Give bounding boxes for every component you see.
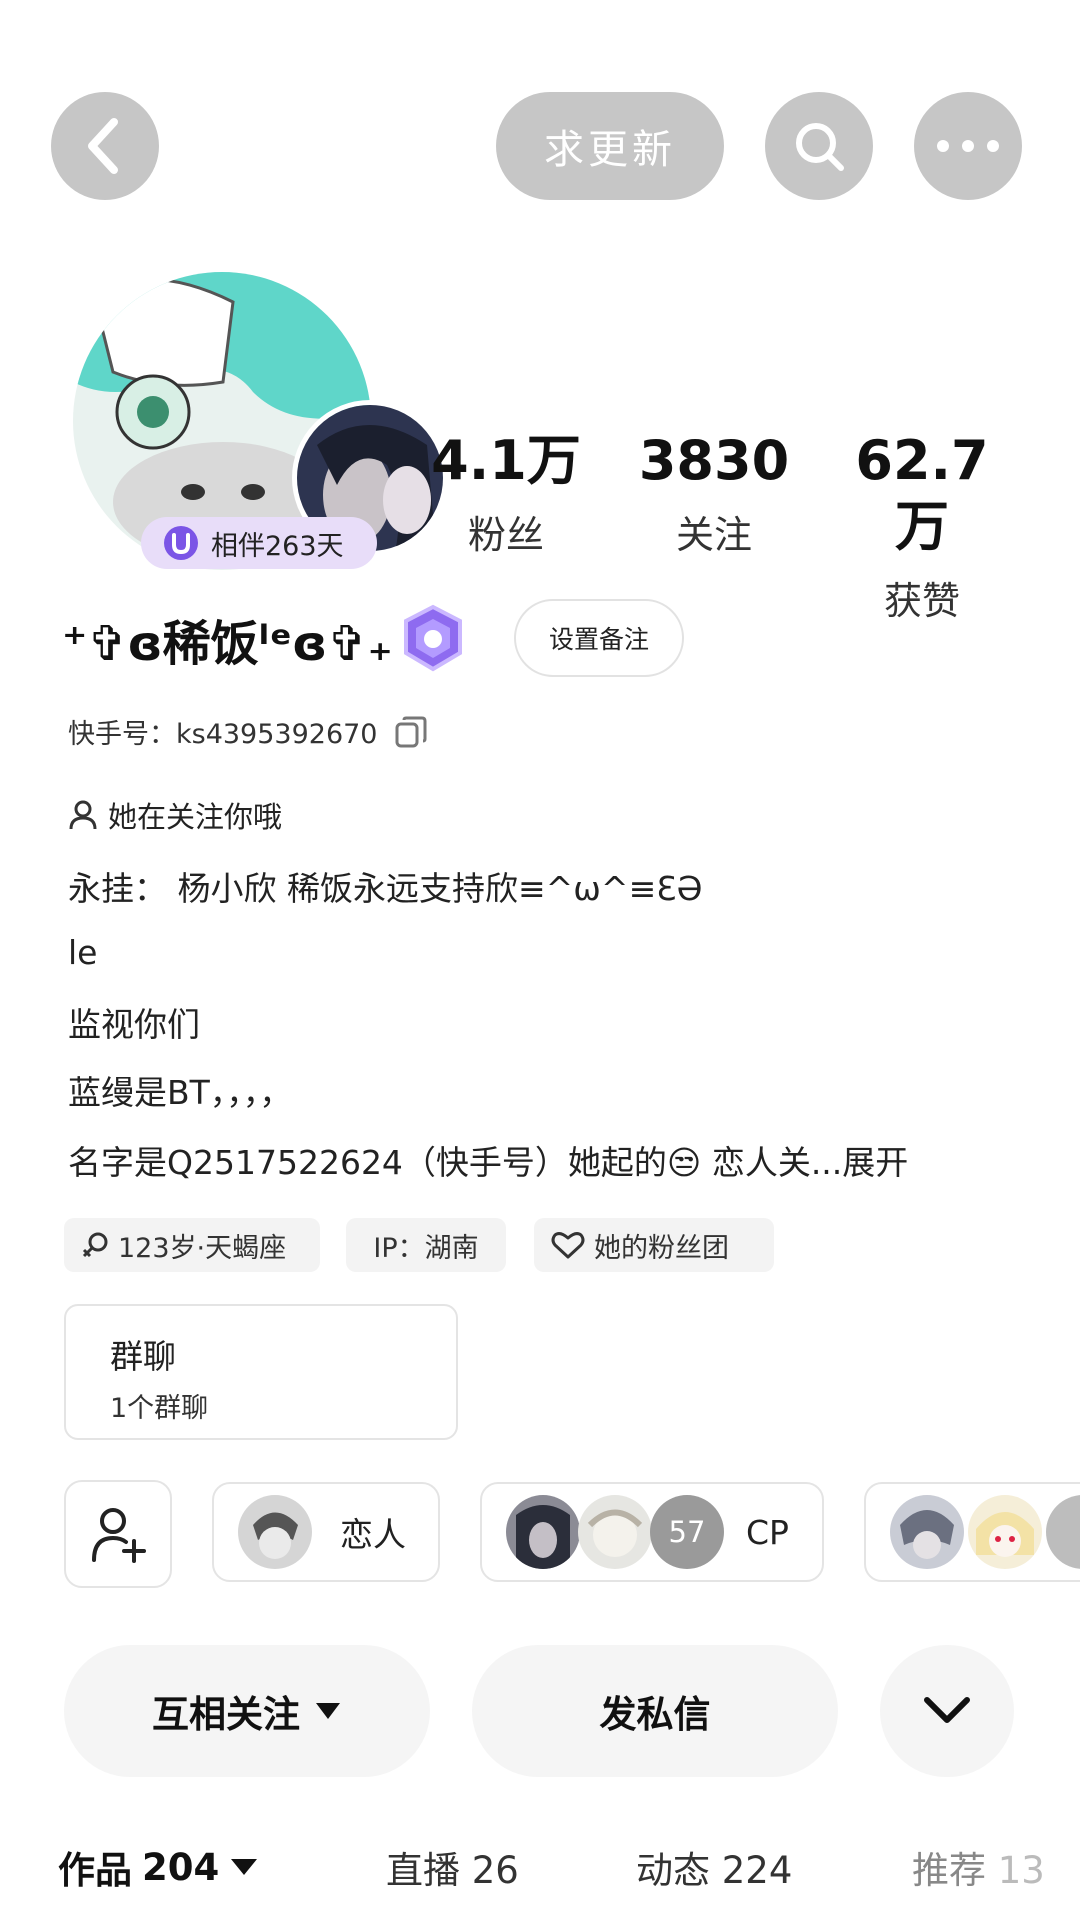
- search-button[interactable]: [765, 92, 873, 200]
- tab-moments-label: 动态: [636, 1849, 710, 1892]
- likes-count: 62.7万: [855, 429, 989, 558]
- likes-stat[interactable]: 62.7万 获赞: [832, 428, 1012, 625]
- set-note-button[interactable]: 设置备注: [514, 599, 684, 677]
- bio-line-5-expand[interactable]: 名字是Q2517522624（快手号）她起的😒 恋人关...展开: [68, 1136, 908, 1184]
- bio-line-3: 监视你们: [68, 1005, 200, 1044]
- heart-outline-icon: [551, 1232, 585, 1259]
- tab-works-label: 作品: [58, 1849, 132, 1892]
- relation-card-more[interactable]: [864, 1482, 1080, 1582]
- caret-down-icon: [316, 1703, 340, 1719]
- follows-you-text: 她在关注你哦: [108, 800, 283, 834]
- gender-female-icon: [82, 1232, 108, 1258]
- following-stat[interactable]: 3830 关注: [624, 428, 804, 559]
- bio-line-1: 永挂： 杨小欣 稀饭永远支持欣≡^ω^≡ƐƏ: [68, 869, 703, 908]
- followers-stat[interactable]: 4.1万 粉丝: [416, 428, 596, 559]
- relation-avatar-1: [890, 1495, 964, 1569]
- relation-avatar-2: [968, 1495, 1042, 1569]
- age-zodiac-text: 123岁·天蝎座: [118, 1232, 287, 1264]
- request-update-button[interactable]: 求更新: [496, 92, 724, 200]
- companion-icon: [164, 526, 198, 560]
- tab-live[interactable]: 直播 26: [386, 1840, 519, 1894]
- add-relation-button[interactable]: [64, 1480, 172, 1588]
- search-icon: [796, 123, 844, 171]
- group-chat-card[interactable]: 群聊 1个群聊: [64, 1304, 458, 1440]
- caret-down-icon: [231, 1859, 258, 1875]
- kuaishou-id-label: 快手号：: [68, 719, 176, 750]
- tab-live-label: 直播: [386, 1849, 460, 1892]
- mutual-follow-label: 互相关注: [152, 1693, 300, 1736]
- send-message-label: 发私信: [599, 1693, 711, 1736]
- kuaishou-id-text: 快手号：ks4395392670: [68, 712, 378, 751]
- tab-recommend[interactable]: 推荐 13: [912, 1840, 1045, 1894]
- tab-recommend-label: 推荐: [912, 1849, 986, 1892]
- set-note-label: 设置备注: [548, 625, 649, 654]
- likes-label: 获赞: [883, 579, 960, 623]
- copy-icon[interactable]: [394, 715, 428, 749]
- mutual-follow-button[interactable]: 互相关注: [64, 1645, 430, 1777]
- bio-line-2: le: [68, 933, 98, 972]
- cp-count: 57: [668, 1515, 706, 1549]
- lover-avatar: [238, 1495, 312, 1569]
- bio-line-4: 蓝缦是BT，，，，: [68, 1073, 293, 1112]
- group-chat-count: 1个群聊: [110, 1393, 209, 1424]
- username: ⁺✞ɞ稀饭ˡᵉɞ✞₊: [62, 616, 393, 672]
- expand-button[interactable]: [880, 1645, 1014, 1777]
- companion-badge[interactable]: 相伴263天: [141, 517, 377, 569]
- kuaishou-id: ks4395392670: [176, 719, 378, 750]
- more-button[interactable]: [914, 92, 1022, 200]
- request-update-label: 求更新: [544, 127, 676, 173]
- tab-moments-count: 224: [721, 1849, 793, 1892]
- cp-avatar-1: [506, 1495, 580, 1569]
- chevron-down-icon: [924, 1697, 970, 1723]
- person-icon: [69, 800, 97, 830]
- ip-location-tag: IP：湖南: [346, 1218, 506, 1272]
- cp-label: CP: [746, 1512, 789, 1552]
- following-label: 关注: [675, 513, 752, 557]
- send-message-button[interactable]: 发私信: [472, 1645, 838, 1777]
- level-badge-icon[interactable]: [396, 603, 470, 675]
- followers-count: 4.1万: [431, 429, 581, 492]
- lover-card[interactable]: 恋人: [212, 1482, 440, 1582]
- kuaishou-id-row: 快手号：ks4395392670: [68, 712, 428, 751]
- followers-label: 粉丝: [467, 513, 544, 557]
- more-horizontal-icon: [937, 140, 999, 152]
- ip-location-text: IP：湖南: [373, 1232, 479, 1264]
- cp-card[interactable]: 57 CP: [480, 1482, 824, 1582]
- follows-you-row: 她在关注你哦: [68, 794, 282, 836]
- following-count: 3830: [638, 429, 790, 492]
- companion-days: 相伴263天: [211, 530, 344, 562]
- cp-avatar-more: 57: [650, 1495, 724, 1569]
- tab-recommend-count: 13: [997, 1849, 1045, 1892]
- tab-live-count: 26: [471, 1849, 519, 1892]
- fan-club-text: 她的粉丝团: [594, 1232, 729, 1264]
- back-button[interactable]: [51, 92, 159, 200]
- group-chat-title: 群聊: [110, 1337, 176, 1376]
- relation-avatar-3: [1046, 1495, 1080, 1569]
- tab-moments[interactable]: 动态 224: [636, 1840, 792, 1894]
- add-user-icon: [92, 1508, 146, 1563]
- tab-works[interactable]: 作品 204: [58, 1840, 259, 1894]
- cp-avatar-2: [578, 1495, 652, 1569]
- age-zodiac-tag[interactable]: 123岁·天蝎座: [64, 1218, 320, 1272]
- tab-works-count: 204: [142, 1845, 220, 1889]
- fan-club-tag[interactable]: 她的粉丝团: [534, 1218, 774, 1272]
- chevron-left-icon: [88, 118, 118, 174]
- lover-label: 恋人: [340, 1515, 406, 1554]
